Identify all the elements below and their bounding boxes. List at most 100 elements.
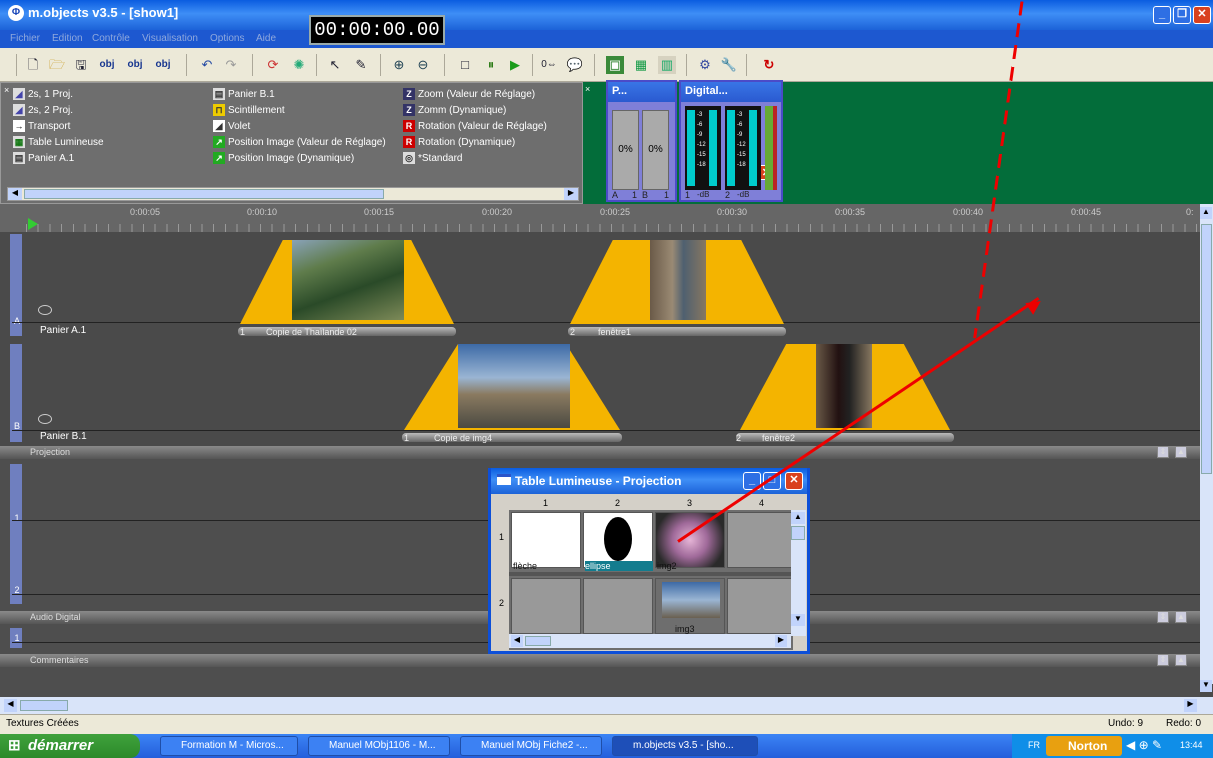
play-icon[interactable]: ▶ — [506, 56, 524, 74]
slide-image-fenetre1[interactable] — [650, 240, 706, 320]
pause-icon[interactable]: ⏸ — [482, 56, 500, 74]
scroll-up-icon[interactable]: ▲ — [791, 512, 805, 524]
lightbox-cell[interactable] — [655, 512, 725, 568]
comment-icon[interactable]: 💬 — [566, 56, 584, 74]
obj3-icon[interactable]: obj — [154, 56, 172, 74]
section-collapse-icon[interactable]: ▲ — [1175, 654, 1187, 666]
scroll-thumb[interactable] — [525, 636, 551, 646]
lightbox-cell[interactable] — [583, 578, 653, 634]
language-indicator[interactable]: FR — [1028, 740, 1040, 750]
open-icon[interactable]: 🗁 — [48, 56, 66, 74]
horizontal-scrollbar[interactable]: ◀ ▶ — [0, 697, 1213, 714]
lightbox-cell[interactable] — [511, 578, 581, 634]
norton-badge[interactable]: Norton — [1046, 736, 1122, 756]
menu-aide[interactable]: Aide — [256, 33, 276, 44]
section-expand-icon[interactable]: ⇕ — [1157, 446, 1169, 458]
section-expand-icon[interactable]: ⇕ — [1157, 611, 1169, 623]
meter-window-p[interactable]: P...✕ 0% 0% A 1 B 1 — [606, 80, 677, 202]
scroll-left-icon[interactable]: ◀ — [8, 188, 22, 200]
menu-visualisation[interactable]: Visualisation — [142, 33, 198, 44]
library-item[interactable]: ▦ Table Lumineuse — [13, 135, 104, 151]
undo-icon[interactable]: ↶ — [198, 56, 216, 74]
lightbox-cell[interactable] — [511, 512, 581, 568]
loop-icon[interactable]: ↻ — [760, 56, 778, 74]
library-item[interactable]: R Rotation (Valeur de Réglage) — [403, 119, 547, 135]
obj-add-icon[interactable]: obj — [98, 56, 116, 74]
lightbox-window[interactable]: Table Lumineuse - Projection _ □ ✕ 1 2 3… — [488, 468, 810, 654]
library-item[interactable]: ▤ Panier B.1 — [213, 87, 275, 103]
meter-title-bar[interactable]: P...✕ — [608, 82, 675, 180]
meter-title-bar[interactable]: Digital...✕ — [681, 82, 781, 180]
scroll-down-icon[interactable]: ▼ — [791, 614, 805, 626]
start-button[interactable]: ⊞ démarrer — [0, 734, 140, 758]
library-item[interactable]: Z Zomm (Dynamique) — [403, 103, 506, 119]
taskbar-button-active[interactable]: m.objects v3.5 - [sho... — [612, 736, 758, 756]
scroll-thumb[interactable] — [1201, 224, 1212, 474]
wrench-icon[interactable]: 🔧 — [720, 56, 738, 74]
pen-icon[interactable]: ✎ — [352, 56, 370, 74]
library-item[interactable]: Z Zoom (Valeur de Réglage) — [403, 87, 535, 103]
library-item[interactable]: ⊓ Scintillement — [213, 103, 285, 119]
library-item[interactable]: R Rotation (Dynamique) — [403, 135, 515, 151]
library-item[interactable]: ↗ Position Image (Dynamique) — [213, 151, 354, 167]
scroll-thumb[interactable] — [791, 526, 805, 540]
section-bar-comments[interactable]: Commentaires ⇕ ▲ — [0, 654, 1200, 667]
save-icon[interactable]: 🖫 — [72, 56, 90, 74]
proj-icon[interactable]: ▦ — [632, 56, 650, 74]
slide-image-thailande[interactable] — [292, 240, 404, 320]
taskbar-button[interactable]: Formation M - Micros... — [160, 736, 298, 756]
new-icon[interactable]: 🗋 — [24, 56, 42, 74]
pointer-icon[interactable]: ↖ — [326, 56, 344, 74]
library-item[interactable]: ◢ 2s, 2 Proj. — [13, 103, 73, 119]
library-close-icon[interactable]: × — [4, 85, 9, 95]
taskbar-button[interactable]: Manuel MObj Fiche2 -... — [460, 736, 602, 756]
section-collapse-icon[interactable]: ▲ — [1175, 611, 1187, 623]
scroll-down-icon[interactable]: ▼ — [1200, 680, 1212, 692]
cycle-icon[interactable]: ✺ — [290, 56, 308, 74]
scroll-up-icon[interactable]: ▲ — [1200, 207, 1212, 219]
lightbox-vscroll[interactable]: ▲ ▼ — [791, 510, 806, 636]
menu-fichier[interactable]: Fichier — [10, 33, 40, 44]
library-item[interactable]: ◢ Volet — [213, 119, 250, 135]
table-icon[interactable]: ▥ — [658, 56, 676, 74]
scroll-left-icon[interactable]: ◀ — [4, 699, 17, 712]
tools-icon[interactable]: ⚙ — [696, 56, 714, 74]
minimize-icon[interactable]: _ — [1153, 6, 1171, 24]
menu-edition[interactable]: Edition — [52, 33, 83, 44]
scroll-thumb[interactable] — [20, 700, 68, 711]
section-expand-icon[interactable]: ⇕ — [1157, 654, 1169, 666]
taskbar-button[interactable]: Manuel MObj1106 - M... — [308, 736, 450, 756]
section-bar-projection[interactable]: Projection ⇕ ▲ — [0, 446, 1200, 459]
lightbox-cell[interactable] — [583, 512, 653, 568]
library-item[interactable]: ◎ *Standard — [403, 151, 462, 167]
audio-rail[interactable] — [10, 464, 22, 604]
camera-icon[interactable] — [38, 305, 52, 315]
stop-icon[interactable]: □ — [456, 56, 474, 74]
restore-icon[interactable]: ❐ — [1173, 6, 1191, 24]
lightbox-grid[interactable]: flèche ellipse img2 img3 — [509, 510, 793, 650]
obj2-icon[interactable]: obj — [126, 56, 144, 74]
menu-controle[interactable]: Contrôle — [92, 33, 130, 44]
close-icon[interactable]: ✕ — [785, 472, 803, 490]
camera-icon[interactable] — [38, 414, 52, 424]
lightbox-cell[interactable] — [727, 512, 793, 568]
title-bar[interactable]: Φ m.objects v3.5 - [show1] _ ❐ ✕ — [0, 0, 1213, 30]
tray-icons[interactable]: ◀ ⊕ ✎ — [1126, 738, 1162, 752]
library-item[interactable]: ◢ 2s, 1 Proj. — [13, 87, 73, 103]
refresh-icon[interactable]: ⟳ — [264, 56, 282, 74]
scroll-right-icon[interactable]: ▶ — [1184, 699, 1197, 712]
scroll-right-icon[interactable]: ▶ — [564, 188, 578, 200]
lightbox-cell[interactable] — [727, 578, 793, 634]
redo-icon[interactable]: ↷ — [222, 56, 240, 74]
vertical-scrollbar[interactable]: ▲ ▼ — [1200, 204, 1213, 692]
library-item[interactable]: → Transport — [13, 119, 70, 135]
scroll-left-icon[interactable]: ◀ — [511, 635, 523, 647]
zoom-out-icon[interactable]: ⊖ — [414, 56, 432, 74]
monitor-close-icon[interactable]: × — [585, 84, 590, 94]
library-item[interactable]: ↗ Position Image (Valeur de Réglage) — [213, 135, 386, 151]
lightbox-hscroll[interactable]: ◀ ▶ — [509, 634, 791, 648]
library-scrollbar[interactable]: ◀ ▶ — [7, 187, 579, 201]
timeline-ruler[interactable]: 0:00:05 0:00:10 0:00:15 0:00:20 0:00:25 … — [0, 204, 1200, 232]
close-icon[interactable]: ✕ — [1193, 6, 1211, 24]
scroll-thumb[interactable] — [24, 189, 384, 199]
